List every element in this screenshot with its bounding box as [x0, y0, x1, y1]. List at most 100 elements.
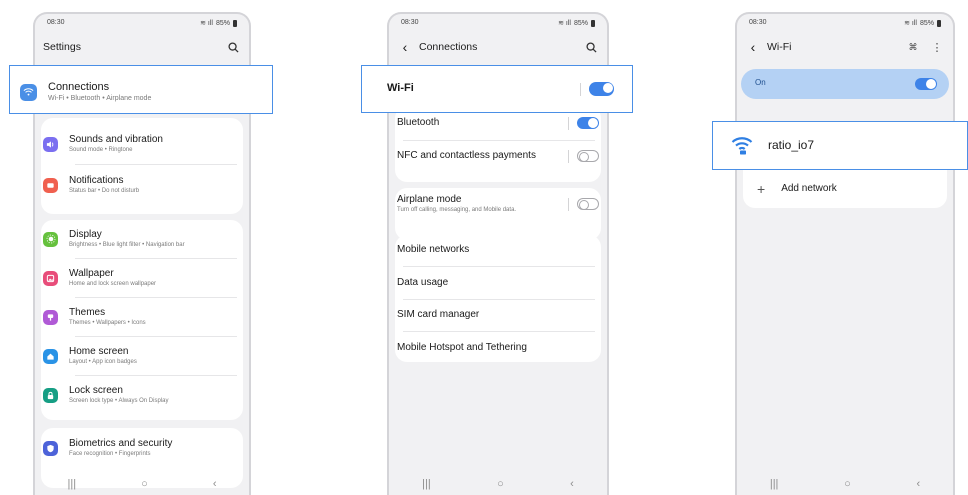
navigation-bar: ||| ○ ‹	[737, 475, 953, 493]
back-icon[interactable]: ‹	[916, 478, 920, 490]
lock-icon	[43, 387, 58, 403]
airplane-toggle[interactable]	[577, 198, 599, 210]
sun-icon	[43, 231, 58, 247]
item-title: Wallpaper	[69, 268, 114, 279]
battery-icon	[937, 19, 941, 27]
wifi-signal-icon	[731, 135, 753, 160]
recents-icon[interactable]: |||	[68, 478, 77, 490]
wifi-on-label: On	[755, 78, 766, 87]
wifi-screen: 08:30 ≋ ıll 85% ‹ Wi-Fi ⌘ ⋮ On + Add net…	[735, 12, 955, 495]
wifi-toggle[interactable]	[589, 82, 614, 96]
nfc-label: NFC and contactless payments	[397, 150, 536, 161]
signal-icon: ≋ ıll	[200, 20, 213, 27]
search-icon[interactable]	[225, 39, 241, 55]
app-bar: Settings	[43, 38, 241, 56]
add-network-label: Add network	[781, 183, 837, 194]
item-title: Connections	[48, 81, 110, 93]
nfc-toggle[interactable]	[577, 150, 599, 162]
home-button-icon[interactable]: ○	[141, 478, 148, 490]
status-bar: 08:30 ≋ ıll 85%	[47, 19, 237, 27]
battery-level: 85%	[919, 19, 934, 27]
bluetooth-label: Bluetooth	[397, 117, 440, 128]
app-bar: ‹ Wi-Fi ⌘ ⋮	[745, 38, 945, 56]
recents-icon[interactable]: |||	[422, 478, 431, 490]
item-title: Sounds and vibration	[69, 134, 163, 145]
item-title: Display	[69, 229, 102, 240]
item-subtitle: Sound mode • Ringtone	[69, 147, 133, 153]
recents-icon[interactable]: |||	[770, 478, 779, 490]
item-subtitle: Themes • Wallpapers • Icons	[69, 320, 146, 326]
item-title: Home screen	[69, 346, 129, 357]
back-icon[interactable]: ‹	[570, 478, 574, 490]
back-arrow-icon[interactable]: ‹	[745, 39, 761, 55]
wifi-row[interactable]: Wi-Fi	[361, 65, 633, 113]
item-subtitle: Home and lock screen wallpaper	[69, 281, 157, 287]
page-title: Wi-Fi	[767, 41, 792, 53]
mobile-networks-row[interactable]: Mobile networks	[397, 242, 599, 258]
image-icon	[43, 270, 58, 286]
scan-qr-icon[interactable]: ⌘	[905, 39, 921, 55]
item-subtitle: Status bar • Do not disturb	[69, 188, 140, 194]
back-icon[interactable]: ‹	[213, 478, 217, 490]
wifi-master-toggle[interactable]	[915, 78, 937, 90]
item-title: Themes	[69, 307, 106, 318]
mobile-networks-label: Mobile networks	[397, 244, 470, 255]
wifi-master-switch[interactable]: On	[741, 69, 949, 99]
airplane-row[interactable]: Airplane mode Turn off calling, messagin…	[397, 192, 599, 216]
hotspot-label: Mobile Hotspot and Tethering	[397, 342, 527, 353]
settings-item-home-screen[interactable]: Home screen Layout • App icon badges	[43, 344, 241, 368]
wifi-icon	[20, 83, 37, 101]
navigation-bar: ||| ○ ‹	[35, 475, 249, 493]
network-name: ratio_io7	[768, 138, 815, 152]
settings-item-lock-screen[interactable]: Lock screen Screen lock type • Always On…	[43, 383, 241, 407]
nfc-row[interactable]: NFC and contactless payments	[397, 147, 599, 165]
status-bar: 08:30 ≋ ıll 85%	[749, 19, 941, 27]
item-title: Biometrics and security	[69, 438, 173, 449]
item-subtitle: Brightness • Blue light filter • Navigat…	[69, 242, 185, 248]
home-button-icon[interactable]: ○	[844, 478, 851, 490]
hotspot-row[interactable]: Mobile Hotspot and Tethering	[397, 340, 599, 356]
bluetooth-toggle[interactable]	[577, 117, 599, 129]
home-button-icon[interactable]: ○	[497, 478, 504, 490]
page-title: Connections	[419, 41, 478, 53]
settings-item-biometrics[interactable]: Biometrics and security Face recognition…	[43, 436, 241, 460]
settings-item-display[interactable]: Display Brightness • Blue light filter •…	[43, 227, 241, 251]
plus-icon: +	[757, 181, 766, 197]
sim-manager-row[interactable]: SIM card manager	[397, 307, 599, 323]
shield-icon	[43, 440, 58, 456]
battery-level: 85%	[573, 19, 588, 27]
battery-level: 85%	[215, 19, 230, 27]
app-bar: ‹ Connections	[397, 38, 599, 56]
status-bar: 08:30 ≋ ıll 85%	[401, 19, 595, 27]
settings-item-wallpaper[interactable]: Wallpaper Home and lock screen wallpaper	[43, 266, 241, 290]
wifi-label: Wi-Fi	[387, 82, 414, 94]
battery-icon	[591, 19, 595, 27]
settings-item-sounds[interactable]: Sounds and vibration Sound mode • Ringto…	[43, 132, 241, 156]
data-usage-label: Data usage	[397, 277, 449, 288]
status-time: 08:30	[47, 19, 65, 26]
more-options-icon[interactable]: ⋮	[929, 39, 945, 55]
airplane-subtitle: Turn off calling, messaging, and Mobile …	[397, 207, 517, 213]
battery-icon	[233, 19, 237, 27]
wifi-network-item[interactable]: ratio_io7	[712, 121, 968, 170]
item-title: Notifications	[69, 175, 124, 186]
settings-item-themes[interactable]: Themes Themes • Wallpapers • Icons	[43, 305, 241, 329]
speaker-icon	[43, 136, 58, 152]
palette-icon	[43, 309, 58, 325]
status-time: 08:30	[401, 19, 419, 26]
settings-item-notifications[interactable]: Notifications Status bar • Do not distur…	[43, 173, 241, 197]
page-title: Settings	[43, 41, 81, 53]
settings-item-connections[interactable]: Connections Wi-Fi • Bluetooth • Airplane…	[9, 65, 273, 114]
sim-manager-label: SIM card manager	[397, 309, 480, 320]
home-icon	[43, 348, 58, 364]
bluetooth-row[interactable]: Bluetooth	[397, 115, 599, 131]
item-title: Lock screen	[69, 385, 123, 396]
airplane-label: Airplane mode	[397, 194, 462, 205]
item-subtitle: Layout • App icon badges	[69, 359, 137, 365]
signal-icon: ≋ ıll	[558, 20, 571, 27]
add-network-row[interactable]: + Add network	[745, 180, 945, 198]
data-usage-row[interactable]: Data usage	[397, 275, 599, 291]
back-arrow-icon[interactable]: ‹	[397, 39, 413, 55]
navigation-bar: ||| ○ ‹	[389, 475, 607, 493]
search-icon[interactable]	[583, 39, 599, 55]
